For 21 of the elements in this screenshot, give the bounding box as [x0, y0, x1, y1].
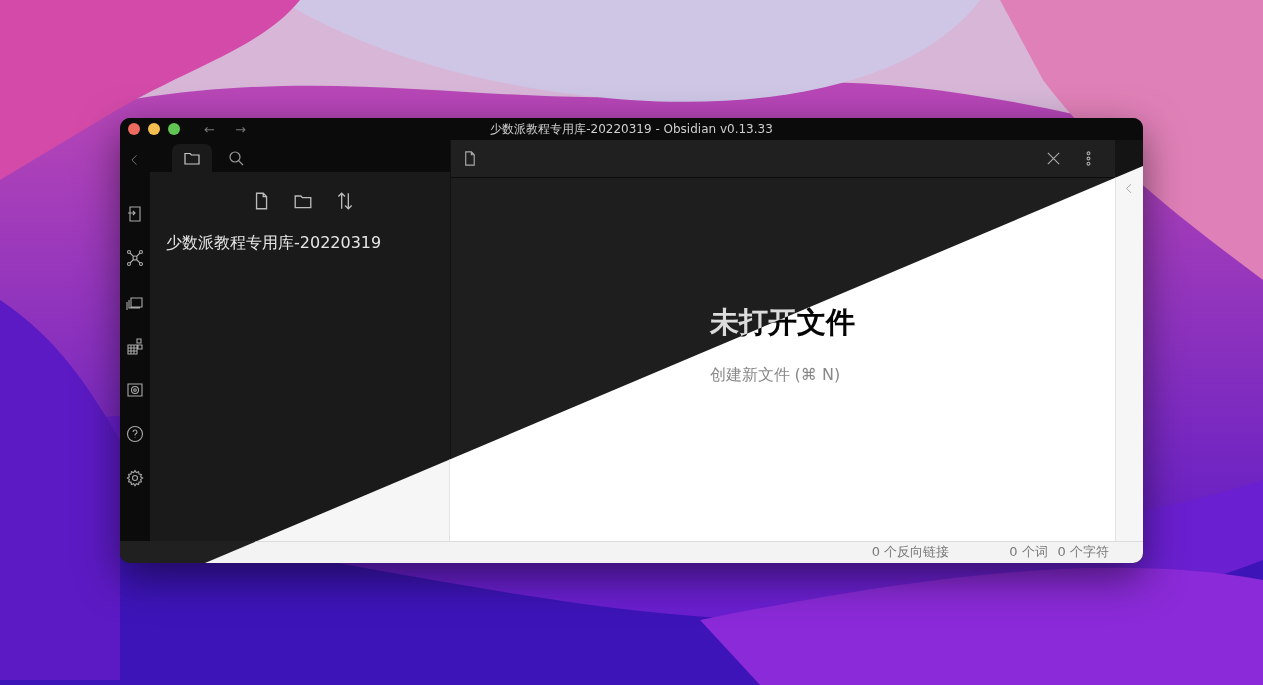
- forward-button[interactable]: →: [234, 121, 246, 137]
- help-icon[interactable]: [126, 425, 144, 443]
- close-button[interactable]: [128, 123, 140, 135]
- active-tab[interactable]: [172, 144, 212, 172]
- status-text: 0 个字符: [1057, 543, 1109, 561]
- grid-icon[interactable]: [126, 337, 144, 355]
- window-title: 少数派教程专用库-20220319 - Obsidian v0.13.33: [490, 121, 773, 136]
- safe-icon[interactable]: [126, 381, 144, 399]
- minimize-button[interactable]: [148, 123, 160, 135]
- vault-name[interactable]: 少数派教程专用库-20220319: [166, 233, 382, 254]
- graph-icon[interactable]: [126, 249, 144, 267]
- settings-icon[interactable]: [126, 469, 144, 487]
- search-icon: [227, 149, 245, 167]
- zoom-button[interactable]: [168, 123, 180, 135]
- switcher-icon[interactable]: [126, 205, 144, 223]
- status-text: 0 个反向链接: [871, 543, 950, 561]
- close-icon[interactable]: [1045, 150, 1062, 167]
- sort-icon[interactable]: [335, 191, 355, 211]
- create-file-link[interactable]: 创建新文件 (⌘ N): [709, 365, 841, 386]
- back-button[interactable]: ←: [204, 121, 215, 137]
- status-text: 0 个词: [1009, 543, 1048, 561]
